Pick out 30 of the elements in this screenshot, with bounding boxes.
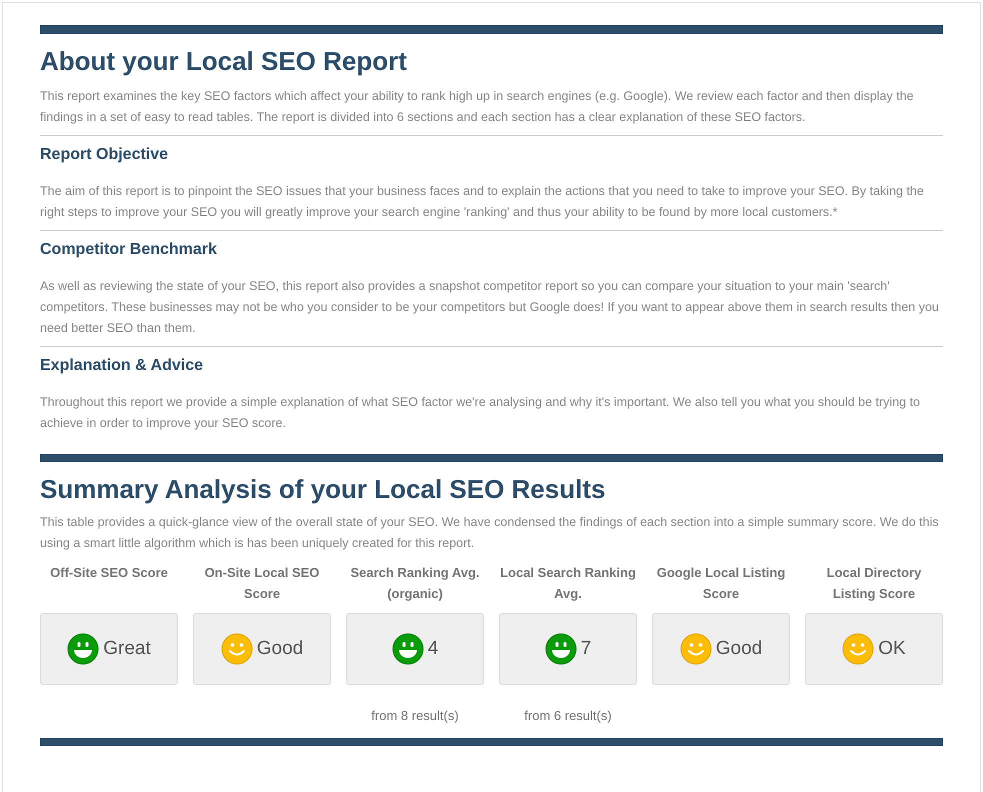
- subsection-paragraph: The aim of this report is to pinpoint the SEO issues that your business faces and to explain the actions that you need to take to improve your SEO. By taking the right steps to improve your SEO you will greatly improve your search engine 'ranking' and thus your ability to be found by more local customers.*: [40, 183, 925, 221]
- score-value: Good: [256, 636, 304, 661]
- smiley-face-icon: [842, 633, 874, 665]
- score-label: Search Ranking Avg. (organic): [349, 564, 481, 603]
- grinning-face-icon: [67, 633, 100, 665]
- score-label: Local Search Ranking Avg.: [499, 564, 637, 603]
- smiley-face-icon: [680, 633, 712, 665]
- result-count: from 8 result(s): [371, 707, 459, 725]
- subsection-paragraph: As well as reviewing the state of your SEO, this report also provides a snapshot competitor report so you can compare your situation to your main 'search' competitors. These businesses may not be who you consider to be your competitors but Google does! If you want to appear above them in search results then you need better SEO than them.: [40, 278, 940, 337]
- score-value: Great: [103, 636, 151, 661]
- score-label: Google Local Listing Score: [656, 564, 786, 603]
- score-value: Good: [716, 636, 762, 661]
- intro-paragraph: This report examines the key SEO factors which affect your ability to rank high up in search engines (e.g. Google). We review each factor and then display the findings in a set of easy to read tables. The report is divided into 6 sections and each section has a clear explanation of these SEO factors.: [40, 88, 915, 126]
- section-title: About your Local SEO Report: [40, 45, 408, 78]
- intro-paragraph: This table provides a quick-glance view of the overall state of your SEO. We have condensed the findings of each section into a simple summary score. We do this using a smart little algorithm which is has been uniquely created for this report.: [40, 514, 940, 552]
- score-value: 7: [580, 636, 592, 661]
- subsection-heading: Explanation & Advice: [40, 356, 204, 376]
- section-title: Summary Analysis of your Local SEO Results: [40, 473, 606, 506]
- grinning-face-icon: [544, 633, 577, 665]
- score-label: On-Site Local SEO Score: [204, 564, 320, 603]
- result-count: from 6 result(s): [524, 707, 612, 725]
- score-label: Off-Site SEO Score: [50, 564, 168, 582]
- subsection-heading: Competitor Benchmark: [40, 240, 218, 260]
- score-value: 4: [428, 636, 438, 661]
- subsection-heading: Report Objective: [40, 145, 170, 165]
- score-value: OK: [878, 636, 906, 661]
- smiley-face-icon: [220, 633, 253, 665]
- score-label: Local Directory Listing Score: [826, 564, 922, 603]
- grinning-face-icon: [392, 633, 424, 665]
- subsection-paragraph: Throughout this report we provide a simple explanation of what SEO factor we're analysing and why it's important. We also tell you what you should be trying to achieve in order to improve your SEO score.: [40, 394, 922, 432]
